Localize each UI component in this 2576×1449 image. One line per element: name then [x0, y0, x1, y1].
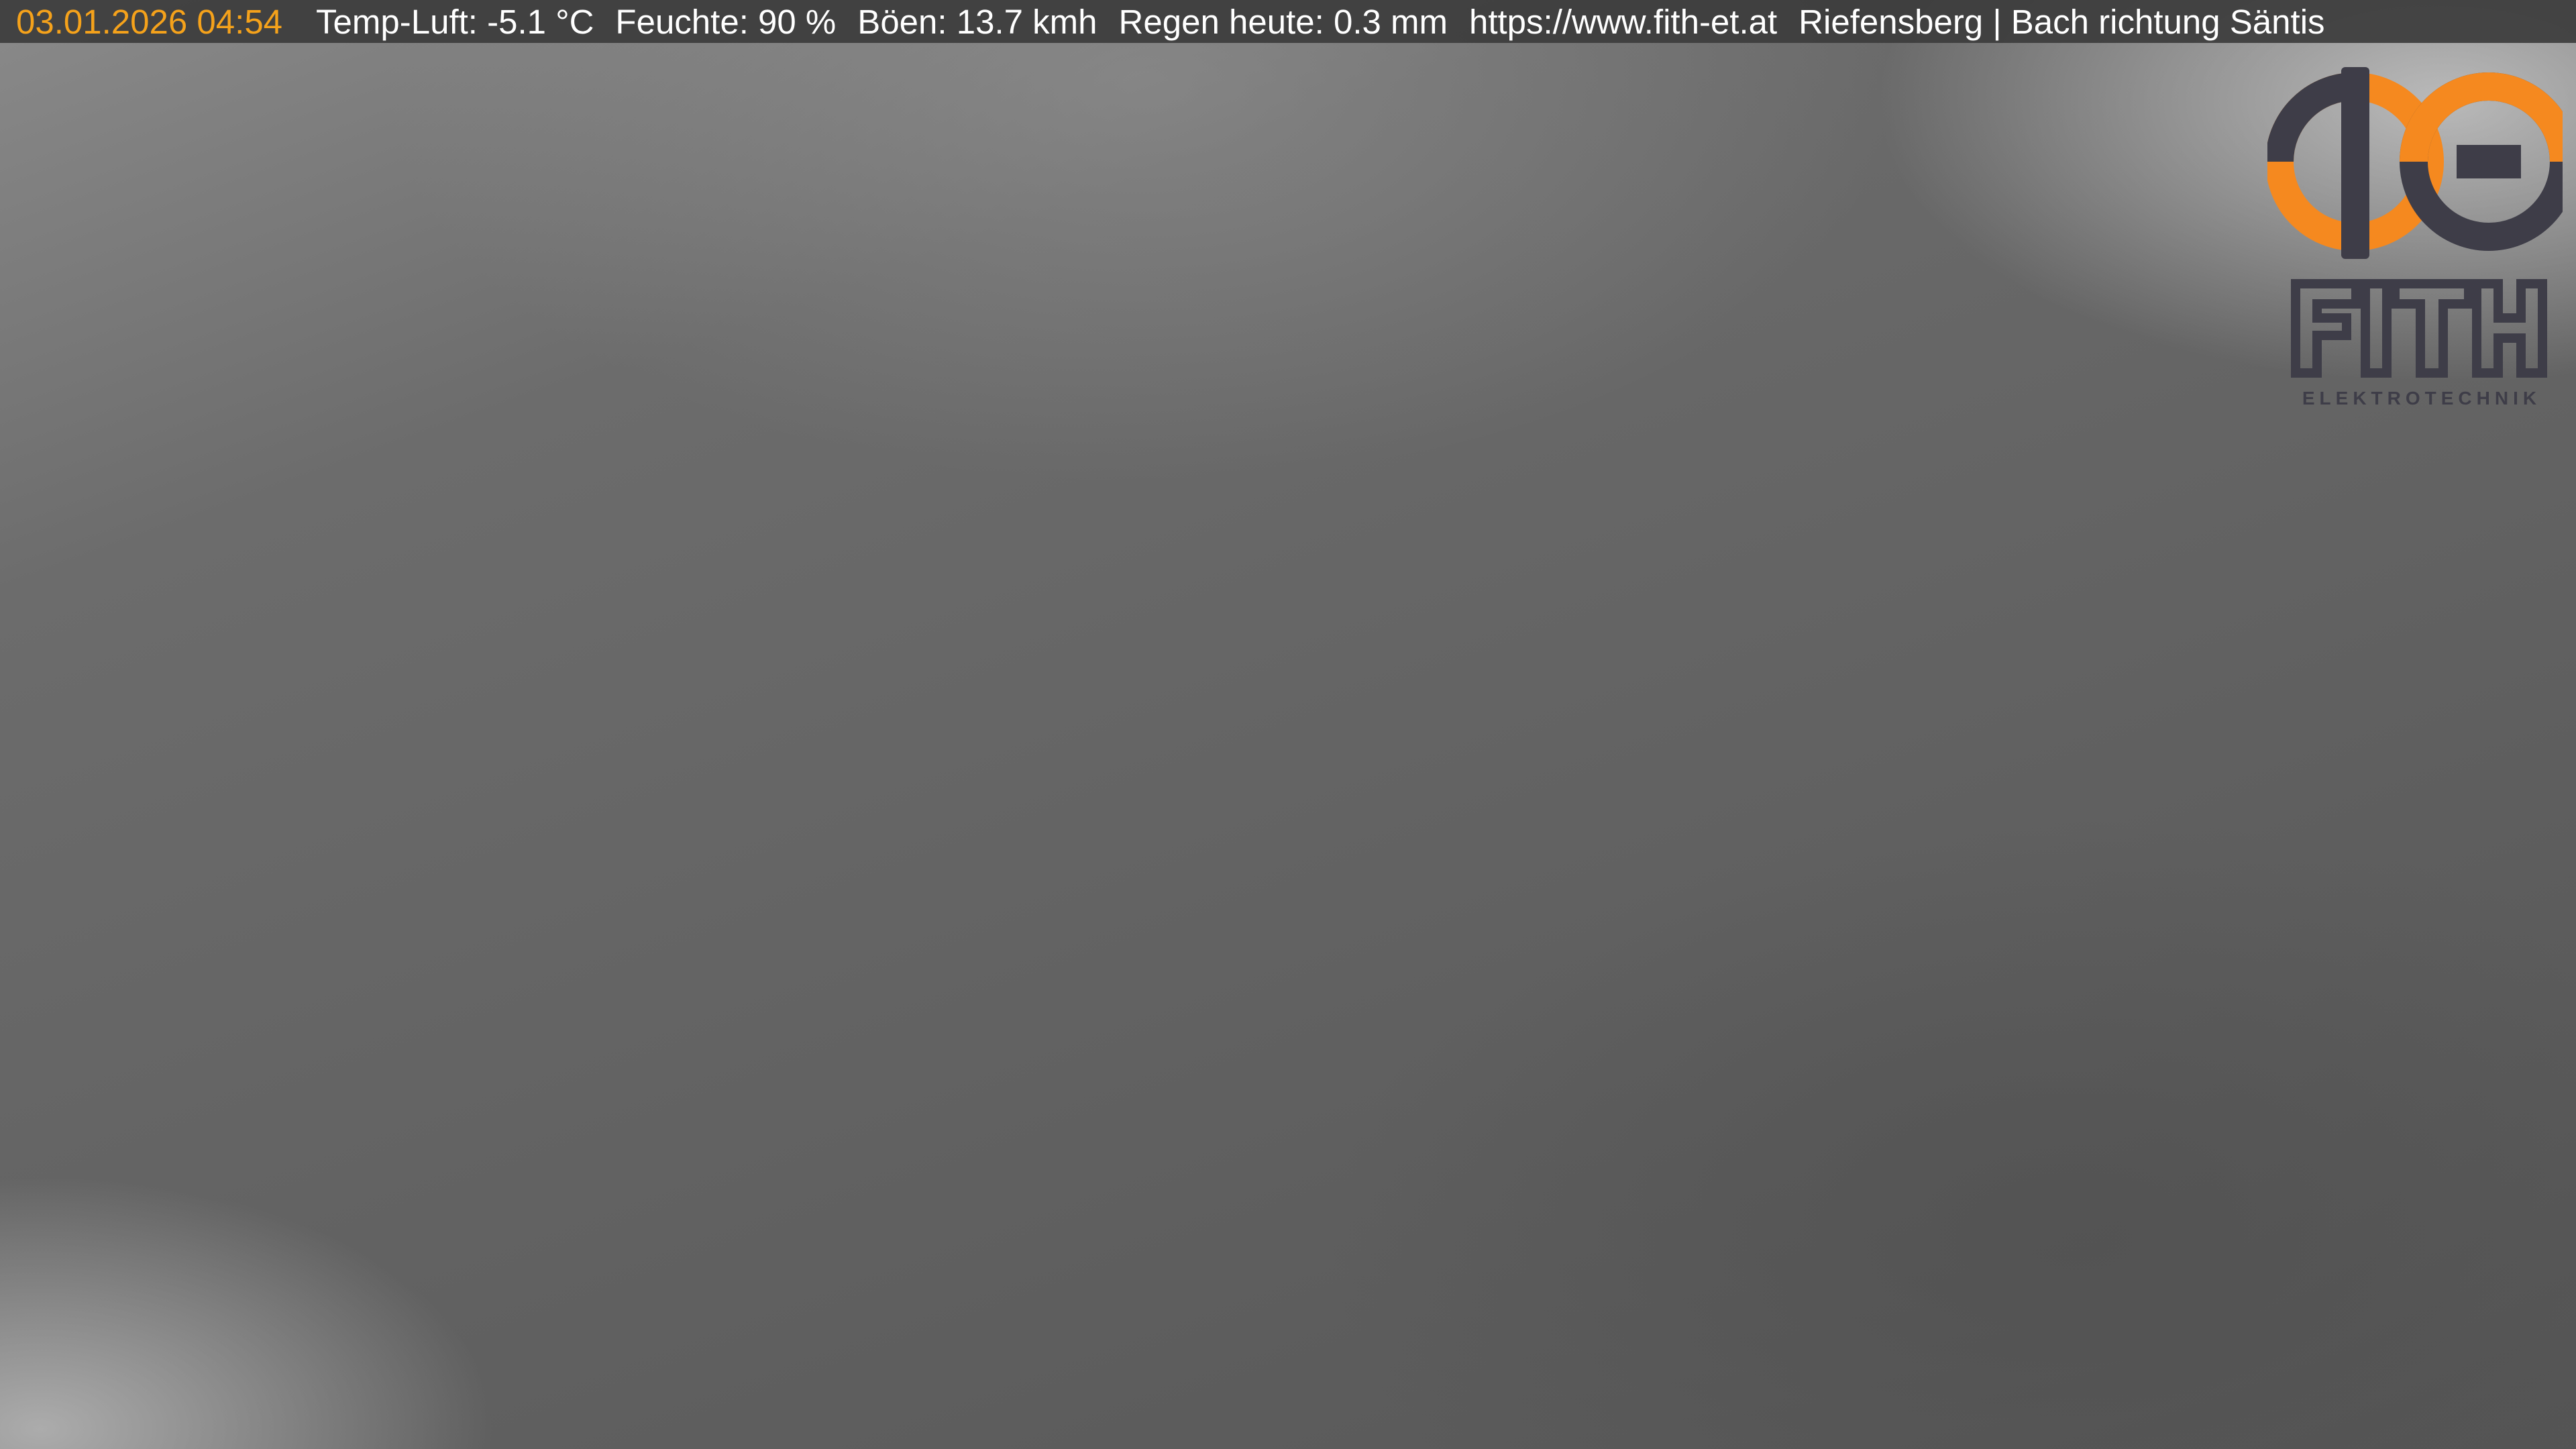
website-url: https://www.fith-et.at [1468, 2, 1778, 41]
timestamp: 03.01.2026 04:54 [16, 2, 283, 41]
camera-location: Riefensberg | Bach richtung Säntis [1799, 2, 2325, 41]
humidity: Feuchte: 90 % [615, 2, 837, 41]
info-overlay-bar: 03.01.2026 04:54 Temp-Luft: -5.1 °C Feuc… [0, 0, 2576, 43]
rain-today: Regen heute: 0.3 mm [1118, 2, 1448, 41]
fith-logo [2265, 64, 2576, 413]
webcam-image: 03.01.2026 04:54 Temp-Luft: -5.1 °C Feuc… [0, 0, 2576, 1449]
air-temperature: Temp-Luft: -5.1 °C [316, 2, 594, 41]
logo-subtitle: ELEKTROTECHNIK [2302, 388, 2542, 409]
wind-gusts: Böen: 13.7 kmh [857, 2, 1097, 41]
phi-theta-logo-icon [2265, 67, 2576, 378]
